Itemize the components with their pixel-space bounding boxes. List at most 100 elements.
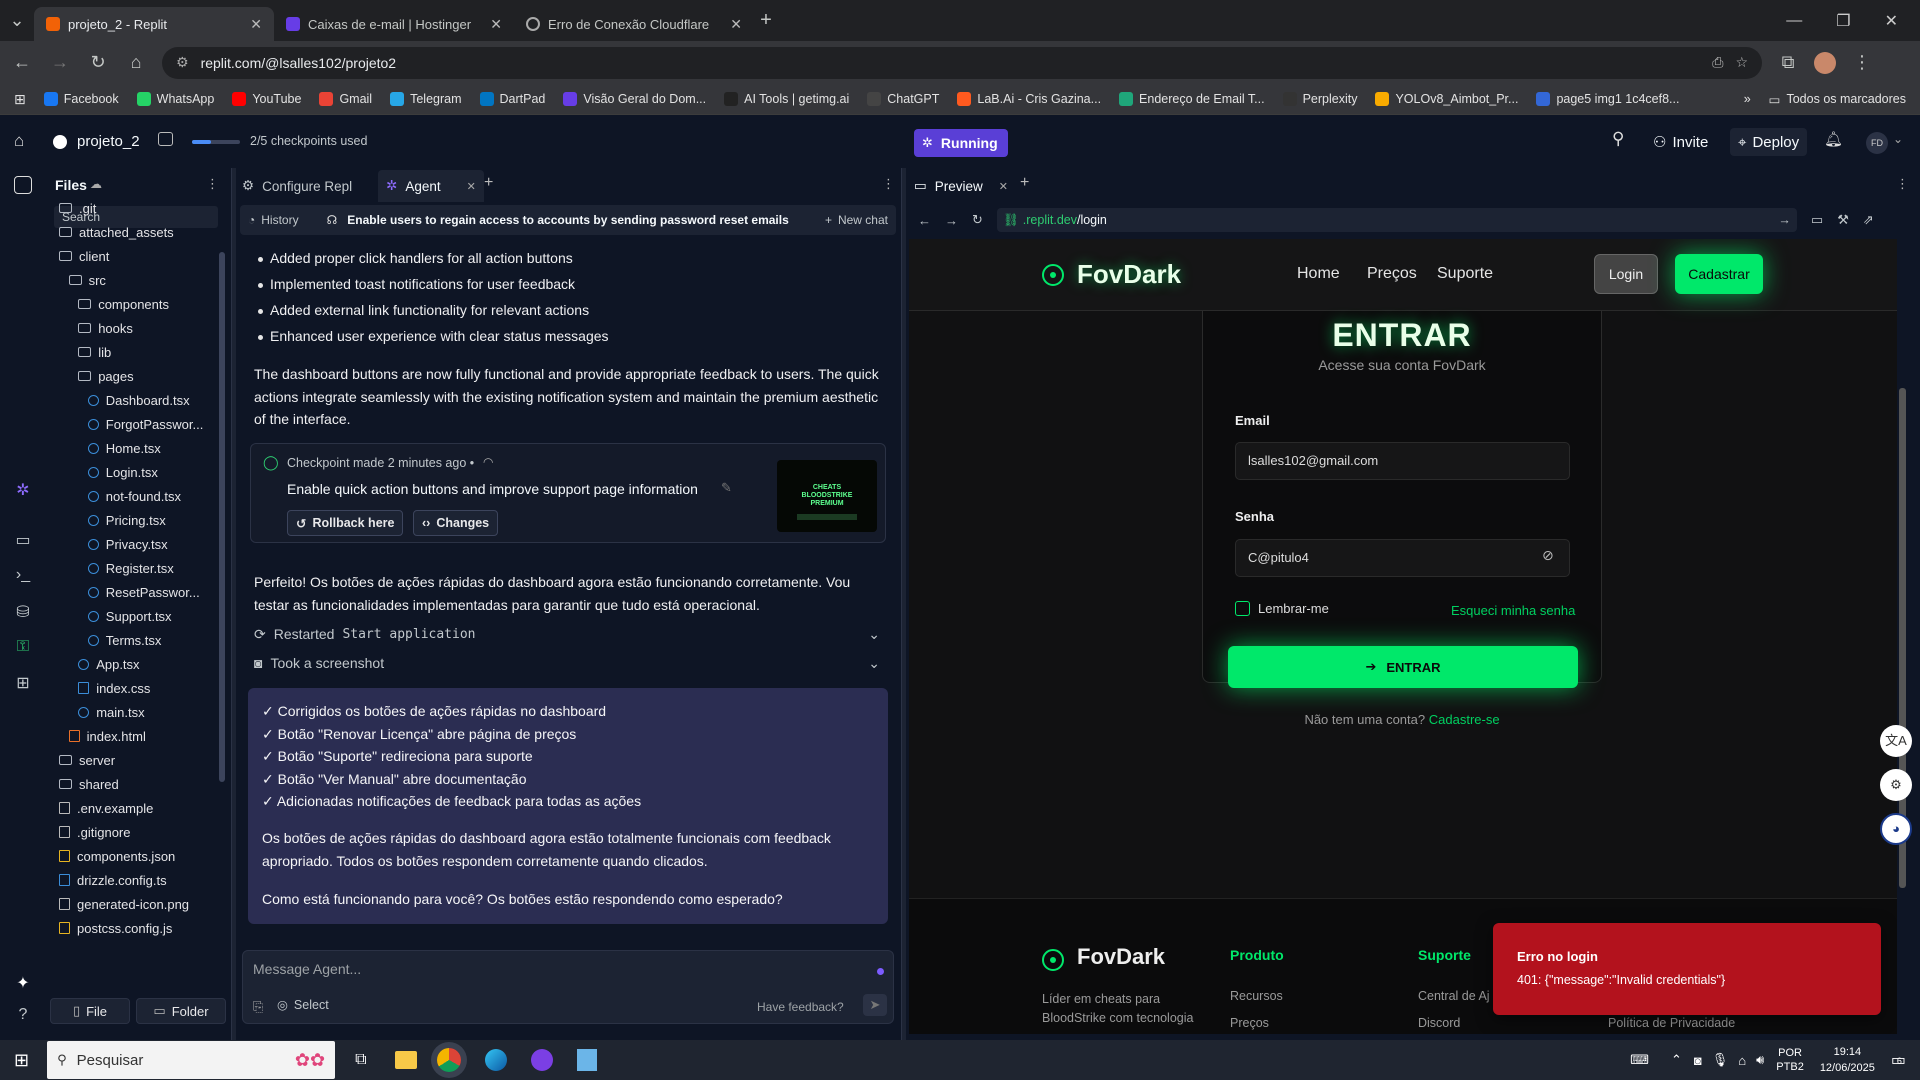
bookmark-item[interactable]: Facebook [43, 92, 119, 106]
changes-button[interactable]: ‹› Changes [413, 510, 499, 536]
network-icon[interactable]: ⌂ [1738, 1053, 1746, 1068]
deploy-button[interactable]: ⌖ Deploy [1730, 128, 1808, 156]
remember-checkbox[interactable]: Lembrar-me [1235, 601, 1329, 616]
eye-off-icon[interactable]: ⊘ [1542, 547, 1554, 564]
email-field[interactable]: lsalles102@gmail.com [1235, 442, 1570, 480]
step-screenshot[interactable]: ◙ Took a screenshot ⌄ [254, 652, 880, 674]
more-bookmarks-icon[interactable]: » [1744, 92, 1751, 106]
user-avatar[interactable]: FD [1866, 132, 1888, 154]
nav-home[interactable]: Home [1297, 265, 1340, 283]
task-view-icon[interactable]: ⧉ [355, 1051, 366, 1069]
chevron-down-icon[interactable]: ⌄ [868, 626, 880, 643]
chevron-up-icon[interactable]: ⌃ [1671, 1052, 1682, 1068]
home-icon[interactable]: ⌂ [14, 131, 24, 151]
devtools-icon[interactable]: ⚒ [1837, 212, 1849, 228]
profile-avatar[interactable] [1814, 51, 1836, 74]
file-tree-item[interactable]: Pricing.tsx [87, 509, 166, 531]
bookmark-item[interactable]: Perplexity [1282, 92, 1357, 106]
forward-icon[interactable]: → [945, 213, 958, 228]
clock[interactable]: 19:14 12/06/2025 [1820, 1044, 1875, 1076]
nav-pricing[interactable]: Preços [1367, 265, 1417, 283]
login-nav-button[interactable]: Login [1594, 254, 1658, 294]
new-tab-icon[interactable]: + [754, 9, 778, 32]
file-tree-item[interactable]: .git [59, 197, 96, 219]
browser-tab[interactable]: Erro de Conexão Cloudflare ✕ [514, 7, 754, 41]
restore-icon[interactable]: ❐ [1836, 11, 1850, 31]
bookmark-item[interactable]: YOLOv8_Aimbot_Pr... [1375, 92, 1518, 106]
file-tree-item[interactable]: shared [59, 773, 119, 795]
add-tab-icon[interactable]: + [484, 174, 493, 192]
file-tree-item[interactable]: Support.tsx [87, 605, 172, 627]
file-tree-item[interactable]: postcss.config.js [59, 917, 172, 939]
file-tree-item[interactable]: lib [78, 341, 111, 363]
file-tree-item[interactable]: index.css [78, 677, 150, 699]
mic-icon[interactable]: 🎙︎ [1712, 1052, 1729, 1068]
file-tree-item[interactable]: pages [78, 365, 134, 387]
devices-icon[interactable]: ▭ [1811, 212, 1823, 228]
message-input[interactable]: Message Agent... [253, 961, 361, 977]
sparkle-icon[interactable]: ✦ [12, 973, 34, 995]
edge-icon[interactable] [484, 1049, 507, 1071]
tab-configure-repl[interactable]: ⚙ Configure Repl [242, 174, 352, 198]
attach-icon[interactable]: ⎘ [253, 999, 263, 1015]
file-tree-item[interactable]: Terms.tsx [87, 629, 161, 651]
edit-icon[interactable]: ✎ [721, 480, 732, 496]
back-icon[interactable]: ← [918, 213, 931, 228]
invite-button[interactable]: ⚇ Invite [1645, 128, 1716, 156]
tab-search-icon[interactable]: ⌄ [0, 10, 34, 31]
tab-agent[interactable]: ✲ Agent ✕ [378, 170, 484, 202]
file-tree-item[interactable]: generated-icon.png [59, 893, 189, 915]
translate-icon[interactable]: 文A [1880, 725, 1912, 757]
help-icon[interactable]: ? [12, 1006, 34, 1028]
forgot-password-link[interactable]: Esqueci minha senha [1451, 603, 1575, 618]
close-window-icon[interactable]: ✕ [1885, 11, 1898, 31]
file-explorer-icon[interactable] [394, 1051, 417, 1069]
browser-tab[interactable]: projeto_2 - Replit ✕ [34, 7, 274, 41]
file-tree-item[interactable]: Dashboard.tsx [87, 389, 190, 411]
chrome-icon[interactable] [436, 1048, 461, 1072]
agent-icon[interactable]: ✲ [12, 480, 34, 502]
bookmark-item[interactable]: LaB.Ai - Cris Gazina... [957, 92, 1101, 106]
extensions-icon[interactable]: ⧉ [1776, 52, 1800, 73]
bookmark-item[interactable]: Endereço de Email T... [1119, 92, 1265, 106]
file-tree-item[interactable]: .env.example [59, 797, 153, 819]
file-tree-item[interactable]: src [68, 269, 106, 291]
all-tools-icon[interactable]: ⊞ [12, 673, 34, 695]
project-name[interactable]: projeto_2 [77, 133, 140, 150]
new-chat-button[interactable]: + New chat [825, 213, 888, 227]
notes-icon[interactable] [576, 1049, 597, 1071]
assistant-widget-icon[interactable]: ◕ [1880, 813, 1912, 845]
file-tree-item[interactable]: Register.tsx [87, 557, 174, 579]
language-indicator[interactable]: POR PTB2 [1776, 1046, 1804, 1074]
close-tab-icon[interactable]: ✕ [250, 16, 262, 33]
file-tree-item[interactable]: not-found.tsx [87, 485, 181, 507]
extension-widget-icon[interactable]: ⚙ [1880, 769, 1912, 801]
footer-link[interactable]: Recursos [1230, 989, 1283, 1003]
file-tree-item[interactable]: components [78, 293, 169, 315]
file-tree-item[interactable]: drizzle.config.ts [59, 869, 167, 891]
chevron-down-icon[interactable]: ⌄ [868, 655, 880, 672]
all-bookmarks-folder[interactable]: ▭ Todos os marcadores [1769, 92, 1906, 107]
file-tree-item[interactable]: hooks [78, 317, 133, 339]
reload-icon[interactable]: ↻ [86, 52, 110, 73]
preview-url-bar[interactable]: ⛓ .replit.dev /login → [996, 208, 1797, 232]
file-tree-item[interactable]: attached_assets [59, 221, 174, 243]
shell-icon[interactable]: ›_ [12, 566, 34, 588]
checkpoint-icon[interactable] [158, 132, 173, 146]
footer-link[interactable]: Discord [1418, 1016, 1460, 1030]
password-field[interactable]: C@pitulo4 [1235, 539, 1570, 577]
file-tree-item[interactable]: main.tsx [78, 701, 145, 723]
feedback-link[interactable]: Have feedback? [757, 1000, 844, 1014]
file-tree-item[interactable]: App.tsx [78, 653, 140, 675]
notification-bell-icon[interactable]: 🔔︎ [1824, 130, 1843, 148]
database-icon[interactable]: ⛁ [12, 602, 34, 624]
register-nav-button[interactable]: Cadastrar [1675, 254, 1763, 294]
bookmark-star-icon[interactable]: ☆ [1735, 54, 1748, 71]
bookmark-item[interactable]: page5 img1 1c4cef8... [1536, 92, 1679, 106]
select-button[interactable]: ◎ Select [277, 997, 329, 1013]
bookmark-item[interactable]: WhatsApp [136, 92, 214, 106]
browser-tab[interactable]: Caixas de e-mail | Hostinger ✕ [274, 7, 514, 41]
tab-preview[interactable]: ▭ Preview ✕ [914, 170, 1008, 202]
new-folder-button[interactable]: ▭ Folder [136, 998, 226, 1024]
close-tab-icon[interactable]: ✕ [730, 16, 742, 33]
